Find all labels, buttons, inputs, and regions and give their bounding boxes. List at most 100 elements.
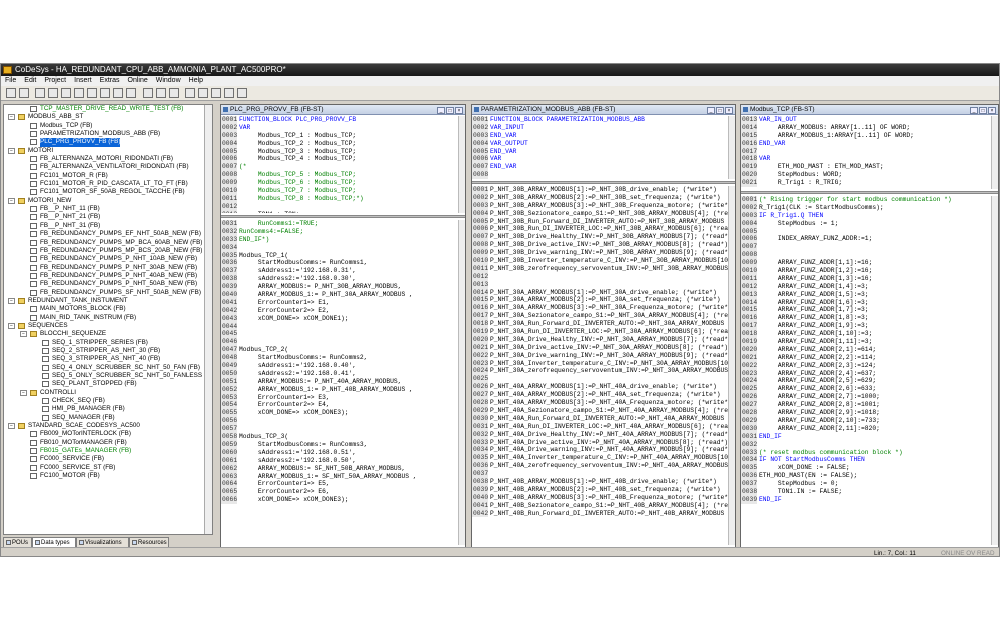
vertical-scrollbar[interactable] <box>728 116 735 179</box>
tree-item[interactable]: SEQ_4_ONLY_SCRUBBER_SC_NHT_50_FAN (FB) <box>4 364 212 372</box>
menu-project[interactable]: Project <box>40 76 70 86</box>
help-icon[interactable] <box>237 88 247 98</box>
stop-icon[interactable] <box>100 88 110 98</box>
build-icon[interactable] <box>48 88 58 98</box>
pane-splitter[interactable] <box>221 215 465 218</box>
paste-icon[interactable] <box>169 88 179 98</box>
menu-window[interactable]: Window <box>152 76 185 86</box>
tree-item[interactable]: TCP_MASTER_DRIVE_READ_WRITE_TEST (FB) <box>4 105 212 113</box>
tree-item[interactable]: FB_ALTERNANZA_MOTORI_RIDONDATI (FB) <box>4 155 212 163</box>
code-section[interactable]: 0031 RunComms1:=TRUE; 0032 RunComms4:=FALS… <box>221 220 465 545</box>
collapse-icon[interactable]: − <box>8 297 15 304</box>
tree-item[interactable]: − STANDARD_SCAE_CODESYS_AC500 <box>4 422 212 430</box>
editor-title-bar[interactable]: PLC_PRG_PROVV_FB (FB-ST) _ □ × <box>221 105 465 115</box>
tree-item[interactable]: SEQ_PLANT_STOPPED (FB) <box>4 380 212 388</box>
tree-item[interactable]: FB_REDUNDANCY_PUMPS_P_NHT_50AB_NEW (FB) <box>4 280 212 288</box>
close-icon[interactable]: × <box>988 107 996 114</box>
menu-file[interactable]: File <box>1 76 20 86</box>
replace-icon[interactable] <box>211 88 221 98</box>
collapse-icon[interactable]: − <box>8 114 15 121</box>
zoom-icon[interactable] <box>224 88 234 98</box>
menu-edit[interactable]: Edit <box>20 76 40 86</box>
tree-scrollbar[interactable] <box>204 105 212 534</box>
tree-item[interactable]: FB009_MOTorINTERLOCK (FB) <box>4 430 212 438</box>
tree-item[interactable]: FB__P_NHT_11 (FB) <box>4 205 212 213</box>
maximize-icon[interactable]: □ <box>979 107 987 114</box>
tree-item[interactable]: FC000_SERVICE (FB) <box>4 455 212 463</box>
step-icon[interactable] <box>126 88 136 98</box>
tree-item[interactable]: PLC_PRG_PROVV_FB (FB) <box>4 138 212 147</box>
new-icon[interactable] <box>6 88 16 98</box>
tree-item[interactable]: FC101_MOTOR_R (FB) <box>4 172 212 180</box>
editor-plc-prg-provv[interactable]: PLC_PRG_PROVV_FB (FB-ST) _ □ × 0001 FUNCTION_… <box>220 104 466 548</box>
login-icon[interactable] <box>61 88 71 98</box>
logout-icon[interactable] <box>74 88 84 98</box>
tree-item[interactable]: SEQ_2_STRIPPER_AS_NHT_30 (FB) <box>4 347 212 355</box>
tree-item[interactable]: FC000_SERVICE_ST (FB) <box>4 464 212 472</box>
tree-item[interactable]: MAIN_MOTORS_BLOCK (FB) <box>4 305 212 313</box>
find-icon[interactable] <box>185 88 195 98</box>
tree-item[interactable]: CHECK_SEQ (FB) <box>4 397 212 405</box>
editor-parametrization[interactable]: PARAMETRIZATION_MODBUS_ABB (FB-ST) _ □ × 000… <box>471 104 736 548</box>
tree-item[interactable]: FB_REDUNDANCY_PUMPS_EF_NHT_50AB_NEW (FB) <box>4 230 212 238</box>
tree-item[interactable]: − MOTORI_NEW <box>4 197 212 205</box>
maximize-icon[interactable]: □ <box>716 107 724 114</box>
editor-title-bar[interactable]: PARAMETRIZATION_MODBUS_ABB (FB-ST) _ □ × <box>472 105 735 115</box>
code-section[interactable]: 0001 (* Rising trigger for start modbus c… <box>741 196 998 545</box>
minimize-icon[interactable]: _ <box>437 107 445 114</box>
minimize-icon[interactable]: _ <box>707 107 715 114</box>
tree-item[interactable]: PARAMETRIZATION_MODBUS_ABB (FB) <box>4 130 212 138</box>
menu-online[interactable]: Online <box>124 76 152 86</box>
vertical-scrollbar[interactable] <box>991 196 998 545</box>
collapse-icon[interactable]: − <box>8 423 15 430</box>
minimize-icon[interactable]: _ <box>970 107 978 114</box>
tree-item[interactable]: FB_REDUNDANCY_PUMPS_P_NHT_30AB_NEW (FB) <box>4 264 212 272</box>
tree-item[interactable]: FB_ALTERNANZA_VENTILATORI_RIDONDATI (FB) <box>4 163 212 171</box>
run-icon[interactable] <box>87 88 97 98</box>
vertical-scrollbar[interactable] <box>458 116 465 213</box>
tree-item[interactable]: − MODBUS_ABB_ST <box>4 113 212 121</box>
pane-splitter[interactable] <box>741 191 998 194</box>
tree-item[interactable]: FB015_GATEs_MANAGER (FB) <box>4 447 212 455</box>
collapse-icon[interactable]: − <box>8 197 15 204</box>
tree-item[interactable]: FB_REDUNDANCY_PUMPS_MP_BCS_20AB_NEW (FB) <box>4 247 212 255</box>
menu-help[interactable]: Help <box>185 76 207 86</box>
code-section[interactable]: 0001 P_NHT_30B_ARRAY_MODBUS[1]:=P_NHT_30B… <box>472 186 735 545</box>
tree-item[interactable]: FB010_MOTorMANAGER (FB) <box>4 439 212 447</box>
breakpoint-icon[interactable] <box>113 88 123 98</box>
declaration-section[interactable]: 0001 FUNCTION_BLOCK PARAMETRIZATION_MODBU… <box>472 116 735 179</box>
menu-extras[interactable]: Extras <box>96 76 124 86</box>
tree-item[interactable]: FC101_MOTOR_SF_50AB_REGOL_TACCHE (FB) <box>4 188 212 196</box>
tree-item[interactable]: FB_REDUNDANCY_PUMPS_MP_BCA_60AB_NEW (FB) <box>4 239 212 247</box>
tree-item[interactable]: FC100_MOTOR (FB) <box>4 472 212 480</box>
maximize-icon[interactable]: □ <box>446 107 454 114</box>
tree-item[interactable]: FB_REDUNDANCY_PUMPS_SF_NHT_50AB_NEW (FB) <box>4 289 212 297</box>
declaration-section[interactable]: 0001 FUNCTION_BLOCK PLC_PRG_PROVV_FB 0002 V… <box>221 116 465 213</box>
declaration-section[interactable]: 0013 VAR_IN_OUT 0014 ARRAY_MODBUS: ARRAY[1… <box>741 116 998 189</box>
tree-item[interactable]: − SEQUENCES <box>4 322 212 330</box>
tree-item[interactable]: Modbus_TCP (FB) <box>4 122 212 130</box>
editor-title-bar[interactable]: Modbus_TCP (FB-ST) _ □ × <box>741 105 998 115</box>
collapse-icon[interactable]: − <box>8 147 15 154</box>
tree-item[interactable]: HMI_PB_MANAGER (FB) <box>4 405 212 413</box>
tree-item[interactable]: − REDUNDANT_TANK_INSTUMENT <box>4 297 212 305</box>
tree-item[interactable]: SEQ_3_STRIPPER_AS_NHT_40 (FB) <box>4 355 212 363</box>
tree-item[interactable]: FB__P_NHT_21 (FB) <box>4 213 212 221</box>
vertical-scrollbar[interactable] <box>458 220 465 545</box>
tree-item[interactable]: FB_REDUNDANCY_PUMPS_P_NHT_40AB_NEW (FB) <box>4 272 212 280</box>
menu-insert[interactable]: Insert <box>70 76 96 86</box>
open-icon[interactable] <box>19 88 29 98</box>
save-icon[interactable] <box>35 88 45 98</box>
tree-item[interactable]: FB_REDUNDANCY_PUMPS_P_NHT_10AB_NEW (FB) <box>4 255 212 263</box>
close-icon[interactable]: × <box>455 107 463 114</box>
pane-splitter[interactable] <box>472 181 735 184</box>
collapse-icon[interactable]: − <box>20 331 27 338</box>
tree-item[interactable]: SEQ_MANAGER (FB) <box>4 414 212 422</box>
find-next-icon[interactable] <box>198 88 208 98</box>
editor-modbus-tcp[interactable]: Modbus_TCP (FB-ST) _ □ × 0013 VAR_IN_OUT 0014 … <box>740 104 999 548</box>
tree-item[interactable]: MAIN_RID_TANK_INSTRUM (FB) <box>4 314 212 322</box>
tree-item[interactable]: − MOTORI <box>4 147 212 155</box>
vertical-scrollbar[interactable] <box>728 186 735 545</box>
tree-item[interactable]: − BLOCCHI_SEQUENZE <box>4 330 212 338</box>
tree-item[interactable]: SEQ_5_ONLY_SCRUBBER_SC_NHT_50_FANLESS (F… <box>4 372 212 380</box>
